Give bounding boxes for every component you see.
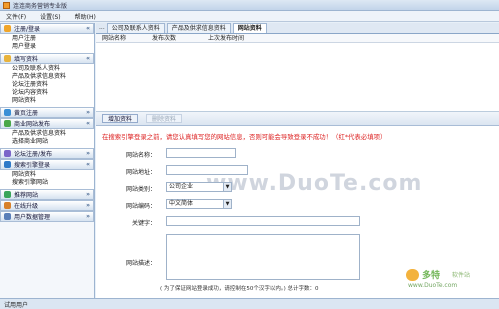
site-name-label: 网站名称： [125,152,156,159]
title-bar: 连连商务营销专业版 [0,0,499,11]
col-site-name[interactable]: 网站名称 [96,34,146,42]
sidebar-section-recommend[interactable]: 推荐网站 » [0,189,94,200]
tab-product-supply[interactable]: 产品及供求信息资料 [166,23,231,33]
menu-settings[interactable]: 设置(S) [40,12,61,21]
brand-name: 多特 [422,271,441,281]
site-description-textarea[interactable] [166,234,360,280]
app-icon [3,1,10,9]
thumb-icon [4,191,11,198]
sidebar-item-company-contacts[interactable]: 公司及联系人资料 [12,65,94,73]
site-encoding-select[interactable]: 中文简体 ▼ [166,199,232,209]
sidebar-item-user-login[interactable]: 用户登录 [12,43,94,51]
sidebar-item-product-supply[interactable]: 产品及供求信息资料 [12,73,94,81]
sidebar-section-online-upgrade[interactable]: 在线升级 » [0,200,94,211]
grid-header: 网站名称 发布次数 上次发布时间 [96,34,499,43]
sidebar-section-forum-publish[interactable]: 论坛注册/发布 » [0,148,94,159]
site-category-label: 网站类别： [125,186,156,193]
expand-icon: » [86,213,90,220]
action-bar: 增加资料 删除资料 [96,112,499,126]
sidebar-item-website-info[interactable]: 网站资料 [12,97,94,105]
chevron-down-icon[interactable]: ▼ [223,200,231,208]
sidebar-section-fill-info[interactable]: 填写资料 « [0,53,94,64]
col-last-publish-time[interactable]: 上次发布时间 [202,34,282,42]
upgrade-icon [4,202,11,209]
sidebar-item-forum-content[interactable]: 论坛内容资料 [12,89,94,97]
sidebar-section-business-publish[interactable]: 商业网站发布 « [0,118,94,129]
description-hint: ( 为了保证网站登录成功，请控制在50个汉字以内。) 总计字数：0 [160,286,319,292]
menu-file[interactable]: 文件(F) [6,12,26,21]
sidebar: 注册/登录 « 用户注册 用户登录 填写资料 « 公司及联系人资料 产品及供求信… [0,23,95,298]
site-name-input[interactable] [166,148,236,158]
tab-strip: ... 公司及联系人资料 产品及供求信息资料 网站资料 [96,23,499,34]
search-icon [4,161,11,168]
expand-icon: » [86,202,90,209]
site-url-input[interactable] [166,165,248,175]
sidebar-item-search-engine-sites[interactable]: 搜索引擎网站 [12,179,94,187]
col-publish-count[interactable]: 发布次数 [146,34,202,42]
site-category-value: 公司企业 [169,183,194,190]
add-info-button[interactable]: 增加资料 [102,114,139,123]
website-list-grid[interactable]: 网站名称 发布次数 上次发布时间 [96,34,499,112]
keywords-label: 关键字： [131,220,156,227]
sidebar-item-website-info-2[interactable]: 网站资料 [12,171,94,179]
site-url-label: 网站地址： [125,169,156,176]
expand-icon: » [86,191,90,198]
expand-icon: » [86,109,90,116]
globe-icon [4,109,11,116]
publish-icon [4,120,11,127]
status-bar: 试用用户 [0,298,499,309]
site-category-select[interactable]: 公司企业 ▼ [166,182,232,192]
sidebar-item-select-business-site[interactable]: 选择商业网站 [12,138,94,146]
key-icon [4,25,11,32]
sidebar-section-user-data[interactable]: 用户数据管理 » [0,211,94,222]
menu-bar: 文件(F) 设置(S) 帮助(H) [0,11,499,22]
site-encoding-value: 中文简体 [169,200,194,207]
sidebar-item-product-supply-publish[interactable]: 产品及供求信息资料 [12,130,94,138]
database-icon [4,213,11,220]
chevron-down-icon[interactable]: ▼ [223,183,231,191]
brand-url: www.DuoTe.com [408,282,458,289]
sidebar-section-register-login[interactable]: 注册/登录 « [0,23,94,34]
forum-icon [4,150,11,157]
status-text: 试用用户 [4,301,29,309]
site-encoding-label: 网站编码： [125,203,156,210]
collapse-icon: « [86,55,90,62]
watermark-brand: 多特 软件站 www.DuoTe.com [404,268,496,296]
sidebar-item-user-register[interactable]: 用户注册 [12,35,94,43]
sidebar-item-forum-register[interactable]: 论坛注册资料 [12,81,94,89]
delete-info-button[interactable]: 删除资料 [146,114,183,123]
collapse-icon: « [86,120,90,127]
menu-help[interactable]: 帮助(H) [75,12,96,21]
tab-company-contacts[interactable]: 公司及联系人资料 [106,23,165,33]
app-window: 连连商务营销专业版 文件(F) 设置(S) 帮助(H) 注册/登录 « 用户注册… [0,0,499,309]
tab-overflow[interactable]: ... [99,23,105,33]
site-description-label: 网站描述： [125,260,156,267]
brand-sub: 软件站 [452,272,471,279]
sidebar-section-search-engine[interactable]: 搜索引擎登录 « [0,159,94,170]
keywords-input[interactable] [166,216,360,226]
collapse-icon: « [86,161,90,168]
tab-website-info[interactable]: 网站资料 [232,23,267,33]
form-notice: 在搜索引擎登录之前，请您认真填写您的网站信息，否则可能会导致登录不成功！（红*代… [102,133,387,141]
window-title: 连连商务营销专业版 [13,2,68,10]
collapse-icon: « [86,25,90,32]
folder-icon [4,55,11,62]
expand-icon: » [86,150,90,157]
brand-logo-icon [406,269,419,281]
main-panel: ... 公司及联系人资料 产品及供求信息资料 网站资料 网站名称 发布次数 上次… [96,23,499,298]
sidebar-section-yellow-pages[interactable]: 黄页注册 » [0,107,94,118]
